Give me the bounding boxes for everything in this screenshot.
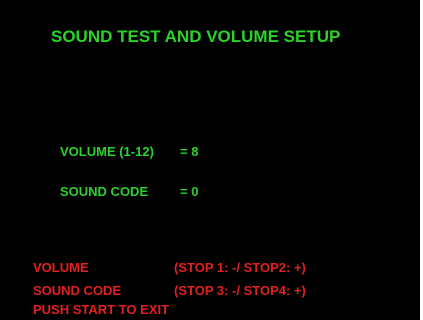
help-item-volume: VOLUME	[33, 260, 89, 275]
screen-title: SOUND TEST AND VOLUME SETUP	[51, 27, 341, 46]
help-line-exit: PUSH START TO EXIT	[33, 302, 169, 317]
sound-code-setting: SOUND CODE = 0	[60, 184, 198, 199]
help-line-sound-code: SOUND CODE (STOP 3: -/ STOP4: +)	[33, 283, 306, 298]
test-screen: SOUND TEST AND VOLUME SETUP VOLUME (1-12…	[0, 0, 420, 320]
help-controls-volume: (STOP 1: -/ STOP2: +)	[174, 260, 306, 275]
help-item-sound-code: SOUND CODE	[33, 283, 122, 298]
help-line-volume: VOLUME (STOP 1: -/ STOP2: +)	[33, 260, 306, 275]
volume-setting: VOLUME (1-12) = 8	[60, 144, 198, 159]
sound-code-value: = 0	[180, 184, 199, 199]
volume-label: VOLUME (1-12)	[60, 144, 154, 159]
volume-value: = 8	[180, 144, 199, 159]
sound-code-label: SOUND CODE	[60, 184, 149, 199]
help-controls-sound-code: (STOP 3: -/ STOP4: +)	[174, 283, 306, 298]
help-item-exit: PUSH START TO EXIT	[33, 302, 170, 317]
